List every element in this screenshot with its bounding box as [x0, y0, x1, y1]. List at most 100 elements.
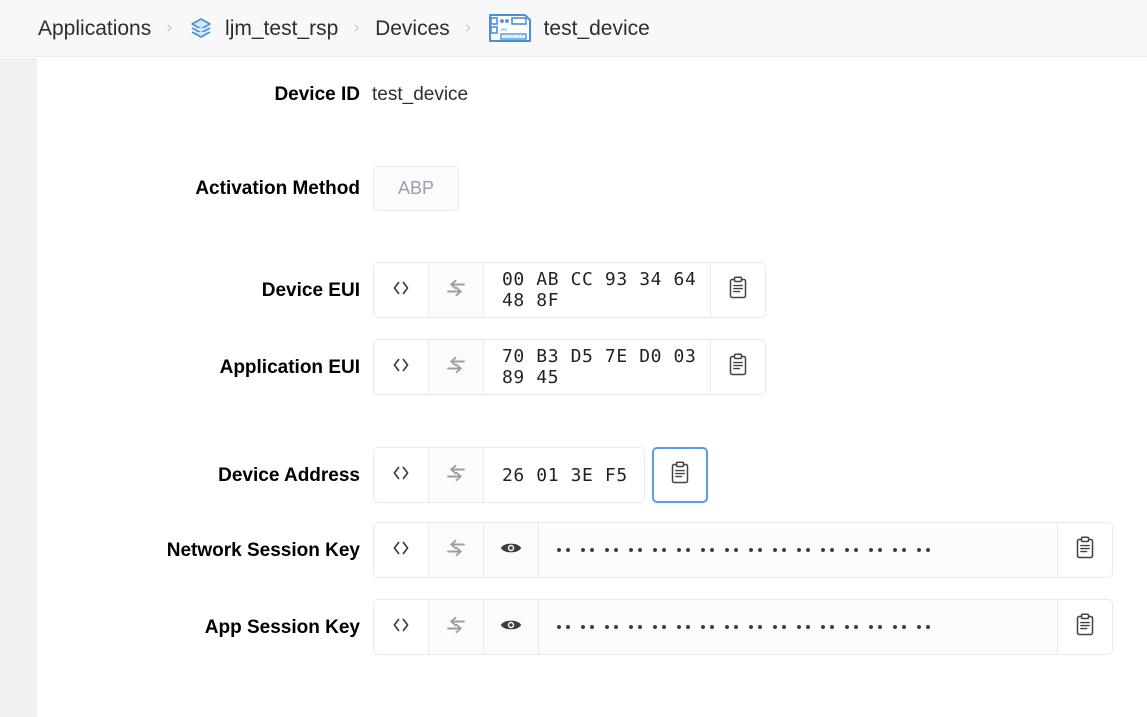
- masked-pair: [677, 548, 690, 552]
- application-eui-label: Application EUI: [219, 356, 360, 378]
- masked-pair: [701, 625, 714, 629]
- masked-pair: [869, 625, 882, 629]
- swap-arrows-icon: [444, 613, 468, 642]
- breadcrumb-item-device[interactable]: test_device: [487, 11, 650, 45]
- device-address-copy-button[interactable]: [652, 447, 708, 503]
- activation-method-value[interactable]: ABP: [373, 166, 459, 211]
- application-eui-input[interactable]: 70 B3 D5 7E D0 03 89 45: [483, 339, 710, 395]
- network-session-key-reveal-toggle[interactable]: [483, 522, 538, 578]
- app-session-key-field-group: [373, 599, 1113, 655]
- clipboard-copy-icon: [1074, 613, 1096, 642]
- row-application-eui: Application EUI 70 B3 D5 7E D0 03 89 45: [37, 339, 837, 395]
- app-session-key-input[interactable]: [538, 599, 1057, 655]
- row-device-eui: Device EUI 00 AB CC 93 34 64 48 8F: [37, 262, 837, 318]
- masked-pair: [797, 548, 810, 552]
- masked-pair: [725, 625, 738, 629]
- masked-pair: [845, 548, 858, 552]
- device-address-label: Device Address: [218, 464, 360, 486]
- device-id-value: test_device: [372, 84, 469, 105]
- breadcrumb-label: Devices: [375, 16, 450, 40]
- code-brackets-icon: [390, 537, 412, 564]
- masked-pair: [749, 548, 762, 552]
- masked-pair: [749, 625, 762, 629]
- network-session-key-copy-button[interactable]: [1057, 522, 1113, 578]
- application-eui-copy-button[interactable]: [710, 339, 766, 395]
- masked-pair: [869, 548, 882, 552]
- masked-pair: [629, 548, 642, 552]
- network-session-key-masked-value: [557, 548, 930, 552]
- masked-pair: [893, 548, 906, 552]
- masked-pair: [725, 548, 738, 552]
- code-brackets-icon: [390, 354, 412, 381]
- masked-pair: [773, 548, 786, 552]
- eye-icon: [499, 536, 523, 565]
- network-session-key-code-toggle[interactable]: [373, 522, 428, 578]
- device-address-swap-endian[interactable]: [428, 447, 483, 503]
- device-board-icon: [487, 11, 533, 45]
- masked-pair: [797, 625, 810, 629]
- masked-pair: [653, 625, 666, 629]
- layers-icon: [188, 15, 214, 41]
- masked-pair: [557, 548, 570, 552]
- application-eui-swap-endian[interactable]: [428, 339, 483, 395]
- app-session-key-code-toggle[interactable]: [373, 599, 428, 655]
- breadcrumb-separator: ›: [353, 17, 361, 38]
- code-brackets-icon: [390, 614, 412, 641]
- device-eui-code-toggle[interactable]: [373, 262, 428, 318]
- network-session-key-label: Network Session Key: [166, 539, 360, 561]
- activation-method-label: Activation Method: [195, 178, 360, 199]
- masked-pair: [605, 625, 618, 629]
- device-eui-field-group: 00 AB CC 93 34 64 48 8F: [373, 262, 766, 318]
- masked-pair: [917, 625, 930, 629]
- breadcrumb-item-application[interactable]: ljm_test_rsp: [188, 15, 338, 41]
- device-address-input[interactable]: 26 01 3E F5: [483, 447, 645, 503]
- masked-pair: [821, 625, 834, 629]
- device-eui-label: Device EUI: [261, 279, 360, 301]
- clipboard-copy-icon: [669, 461, 691, 490]
- device-eui-swap-endian[interactable]: [428, 262, 483, 318]
- clipboard-copy-icon: [727, 353, 749, 382]
- code-brackets-icon: [390, 277, 412, 304]
- device-eui-copy-button[interactable]: [710, 262, 766, 318]
- swap-arrows-icon: [444, 461, 468, 490]
- masked-pair: [845, 625, 858, 629]
- masked-pair: [581, 625, 594, 629]
- swap-arrows-icon: [444, 536, 468, 565]
- row-network-session-key: Network Session Key: [37, 522, 1127, 578]
- masked-pair: [629, 625, 642, 629]
- masked-pair: [893, 625, 906, 629]
- masked-pair: [917, 548, 930, 552]
- row-device-id: Device ID test_device: [37, 85, 737, 104]
- breadcrumb-item-applications[interactable]: Applications: [38, 18, 151, 39]
- row-activation-method: Activation Method ABP: [37, 166, 737, 211]
- eye-icon: [499, 613, 523, 642]
- network-session-key-swap-endian[interactable]: [428, 522, 483, 578]
- breadcrumb-label: Applications: [38, 16, 152, 40]
- masked-pair: [773, 625, 786, 629]
- breadcrumb-label: test_device: [543, 16, 650, 40]
- breadcrumb-item-devices[interactable]: Devices: [375, 18, 450, 39]
- breadcrumb: Applications › ljm_test_rsp › Devices ›: [0, 0, 1147, 57]
- clipboard-copy-icon: [727, 276, 749, 305]
- device-settings-form: Device ID test_device Activation Method …: [37, 58, 1147, 717]
- application-eui-code-toggle[interactable]: [373, 339, 428, 395]
- breadcrumb-separator: ›: [464, 17, 472, 38]
- network-session-key-input[interactable]: [538, 522, 1057, 578]
- device-eui-input[interactable]: 00 AB CC 93 34 64 48 8F: [483, 262, 710, 318]
- app-session-key-swap-endian[interactable]: [428, 599, 483, 655]
- swap-arrows-icon: [444, 353, 468, 382]
- code-brackets-icon: [390, 462, 412, 489]
- device-id-label: Device ID: [274, 84, 360, 105]
- swap-arrows-icon: [444, 276, 468, 305]
- app-session-key-reveal-toggle[interactable]: [483, 599, 538, 655]
- row-app-session-key: App Session Key: [37, 599, 1127, 655]
- app-session-key-copy-button[interactable]: [1057, 599, 1113, 655]
- masked-pair: [653, 548, 666, 552]
- breadcrumb-separator: ›: [166, 17, 174, 38]
- masked-pair: [677, 625, 690, 629]
- app-session-key-masked-value: [557, 625, 930, 629]
- left-rail: [0, 58, 37, 717]
- network-session-key-field-group: [373, 522, 1113, 578]
- device-address-code-toggle[interactable]: [373, 447, 428, 503]
- row-device-address: Device Address 26 01 3E F5: [37, 447, 837, 503]
